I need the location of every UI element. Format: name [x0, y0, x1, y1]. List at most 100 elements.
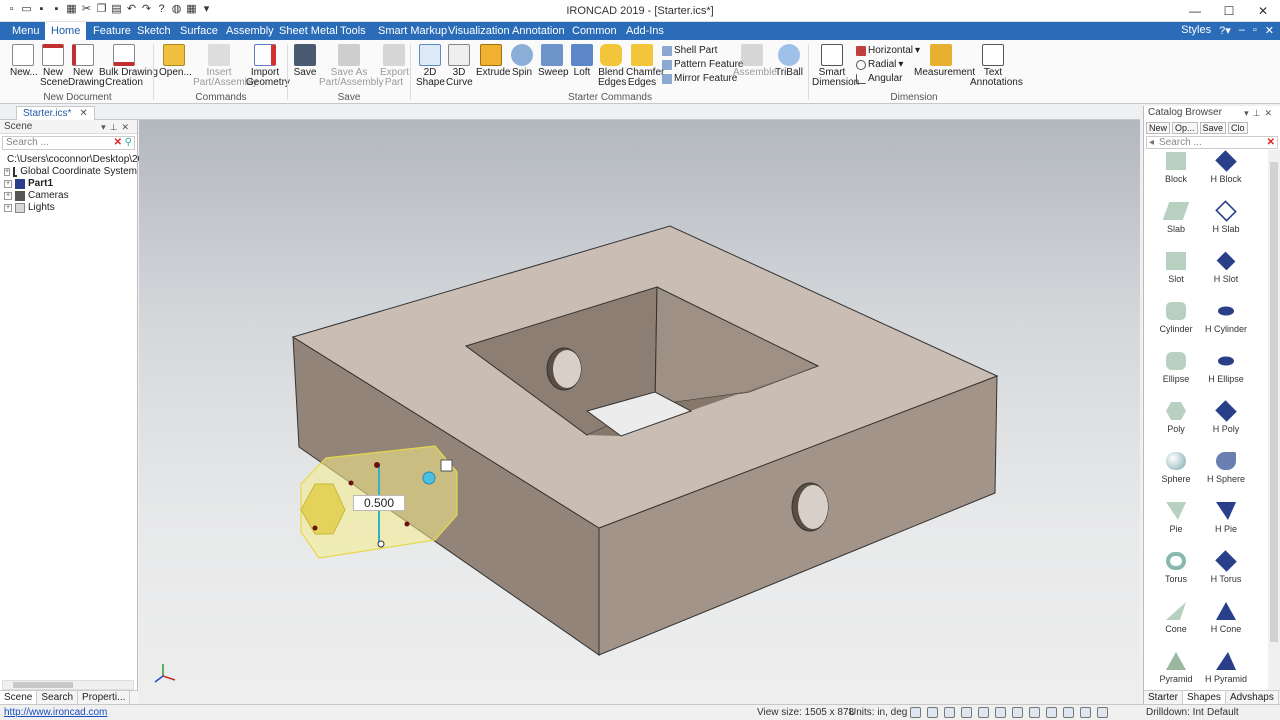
scrollbar-thumb[interactable] [13, 682, 73, 688]
tab-search[interactable]: Search [37, 691, 79, 704]
zoom-icon[interactable] [910, 707, 921, 718]
look-at-icon[interactable] [995, 707, 1006, 718]
dimension-value-input[interactable]: 0.500 [353, 495, 405, 511]
tab-tools[interactable]: Tools [334, 22, 372, 40]
3d-viewport[interactable]: 0.500 [139, 120, 1140, 704]
close-doc-icon[interactable]: ✕ [1265, 24, 1274, 37]
tab-annotation[interactable]: Annotation [506, 22, 571, 40]
save-button[interactable]: Save [293, 44, 317, 78]
restore-icon[interactable]: ▫ [1253, 24, 1257, 37]
extrude-button[interactable]: Extrude [476, 44, 510, 78]
scene-search-input[interactable]: Search ... ✕ ⚲ [2, 136, 135, 150]
expand-icon[interactable]: + [4, 180, 12, 188]
website-link[interactable]: http://www.ironcad.com [4, 705, 107, 720]
triball-button[interactable]: TriBall [775, 44, 803, 78]
shell-part-button[interactable]: Shell Part [662, 44, 717, 58]
tab-assembly[interactable]: Assembly [220, 22, 280, 40]
expand-icon[interactable]: + [4, 168, 11, 176]
panel-controls-icon[interactable]: ▾⊥✕ [1244, 106, 1276, 120]
clear-search-icon[interactable]: ✕ [114, 137, 122, 149]
export-part-button[interactable]: Export Part [380, 44, 409, 88]
assemble-button[interactable]: Assemble [733, 44, 777, 78]
search-options-icon[interactable]: ⚲ [125, 137, 132, 149]
save-as-button[interactable]: Save As Part/Assembly [319, 44, 383, 88]
catalog-vertical-scrollbar[interactable] [1268, 150, 1280, 690]
catalog-item-h-slot[interactable]: H Slot [1196, 251, 1256, 284]
tree-item-part1[interactable]: + Part1 [4, 178, 137, 190]
tab-common[interactable]: Common [566, 22, 623, 40]
new-scene-button[interactable]: New Scene [40, 44, 68, 88]
tree-item-coordinate-system[interactable]: + Global Coordinate System [4, 166, 137, 178]
loft-button[interactable]: Loft [570, 44, 594, 78]
tree-item-lights[interactable]: + Lights [4, 202, 137, 214]
catalog-new-button[interactable]: New [1146, 122, 1171, 134]
horizontal-scrollbar[interactable] [2, 680, 134, 690]
bulk-drawing-button[interactable]: Bulk Drawing Creation [99, 44, 158, 88]
spin-button[interactable]: Spin [510, 44, 534, 78]
catalog-item-h-ellipse[interactable]: H Ellipse [1196, 352, 1256, 384]
render-mode-icon[interactable] [1029, 707, 1040, 718]
help-icon[interactable]: ?▾ [1219, 24, 1231, 37]
section-icon[interactable] [1063, 707, 1074, 718]
tab-home[interactable]: Home [45, 22, 87, 40]
measurement-button[interactable]: Measurement [914, 44, 975, 78]
style-select[interactable]: Default [1207, 705, 1239, 720]
tab-menu[interactable]: Menu [6, 22, 46, 40]
scrollbar-thumb[interactable] [1270, 162, 1278, 642]
view-orient-icon[interactable] [978, 707, 989, 718]
document-tab[interactable]: Starter.ics* ✕ [16, 106, 95, 120]
handle-bottom[interactable] [377, 540, 385, 548]
catalog-item-h-block[interactable]: H Block [1196, 150, 1256, 184]
pan-icon[interactable] [944, 707, 955, 718]
tab-feature[interactable]: Feature [87, 22, 137, 40]
blend-edges-button[interactable]: Blend Edges [598, 44, 626, 88]
new-drawing-button[interactable]: New Drawing [68, 44, 105, 88]
angular-dimension-button[interactable]: Angular [856, 72, 902, 86]
catalog-item-h-pyramid[interactable]: H Pyramid [1196, 652, 1256, 684]
shading-icon[interactable] [1046, 707, 1057, 718]
new-button[interactable]: New... [10, 44, 38, 78]
triball-icon[interactable] [422, 471, 436, 485]
catalog-item-h-cylinder[interactable]: H Cylinder [1196, 302, 1256, 334]
drilldown-select[interactable]: Drilldown: Int [1146, 705, 1204, 720]
catalog-item-h-sphere[interactable]: H Sphere [1196, 452, 1256, 484]
tree-item-cameras[interactable]: + Cameras [4, 190, 137, 202]
handle-top[interactable] [374, 462, 380, 468]
catalog-item-h-pie[interactable]: H Pie [1196, 502, 1256, 534]
catalog-item-h-cone[interactable]: H Cone [1196, 602, 1256, 634]
catalog-item-h-torus[interactable]: H Torus [1196, 550, 1256, 584]
radial-dimension-button[interactable]: Radial ▾ [856, 58, 903, 72]
horizontal-dimension-button[interactable]: Horizontal ▾ [856, 44, 920, 58]
handle-point[interactable] [348, 480, 354, 486]
text-annotations-button[interactable]: Text Annotations [970, 44, 1023, 88]
open-button[interactable]: Open... [159, 44, 192, 78]
panel-controls-icon[interactable]: ▾⊥✕ [101, 120, 133, 134]
mirror-feature-button[interactable]: Mirror Feature [662, 72, 737, 86]
catalog-search-input[interactable]: ◂ Search ... ✕ [1146, 136, 1278, 149]
import-geometry-button[interactable]: Import Geometry [246, 44, 290, 88]
tab-scene[interactable]: Scene [0, 691, 38, 704]
minimize-ribbon-icon[interactable]: – [1239, 24, 1245, 37]
tab-properties[interactable]: Properti... [78, 691, 131, 704]
zoom-window-icon[interactable] [927, 707, 938, 718]
tab-smart-markup[interactable]: Smart Markup [372, 22, 453, 40]
catalog-item-h-slab[interactable]: H Slab [1196, 200, 1256, 234]
tab-visualization[interactable]: Visualization [442, 22, 516, 40]
tree-item-scene[interactable]: C:\Users\coconnor\Desktop\201 [4, 154, 149, 166]
anchor-icon[interactable] [440, 459, 453, 472]
minimize-icon[interactable]: — [1178, 0, 1212, 22]
catalog-item-h-poly[interactable]: H Poly [1196, 400, 1256, 434]
expand-icon[interactable]: + [4, 192, 12, 200]
2d-shape-button[interactable]: 2D Shape [416, 44, 445, 88]
tab-starter[interactable]: Starter [1144, 691, 1184, 704]
clear-search-icon[interactable]: ✕ [1267, 137, 1275, 148]
styles-menu[interactable]: Styles [1181, 24, 1211, 37]
3d-curve-button[interactable]: 3D Curve [446, 44, 473, 88]
close-icon[interactable]: ✕ [79, 107, 87, 120]
close-icon[interactable]: ✕ [1246, 0, 1280, 22]
tab-add-ins[interactable]: Add-Ins [620, 22, 670, 40]
tab-sketch[interactable]: Sketch [131, 22, 177, 40]
catalog-save-button[interactable]: Save [1199, 122, 1227, 134]
catalog-close-button[interactable]: Clo [1228, 122, 1248, 134]
handle-point[interactable] [404, 521, 410, 527]
